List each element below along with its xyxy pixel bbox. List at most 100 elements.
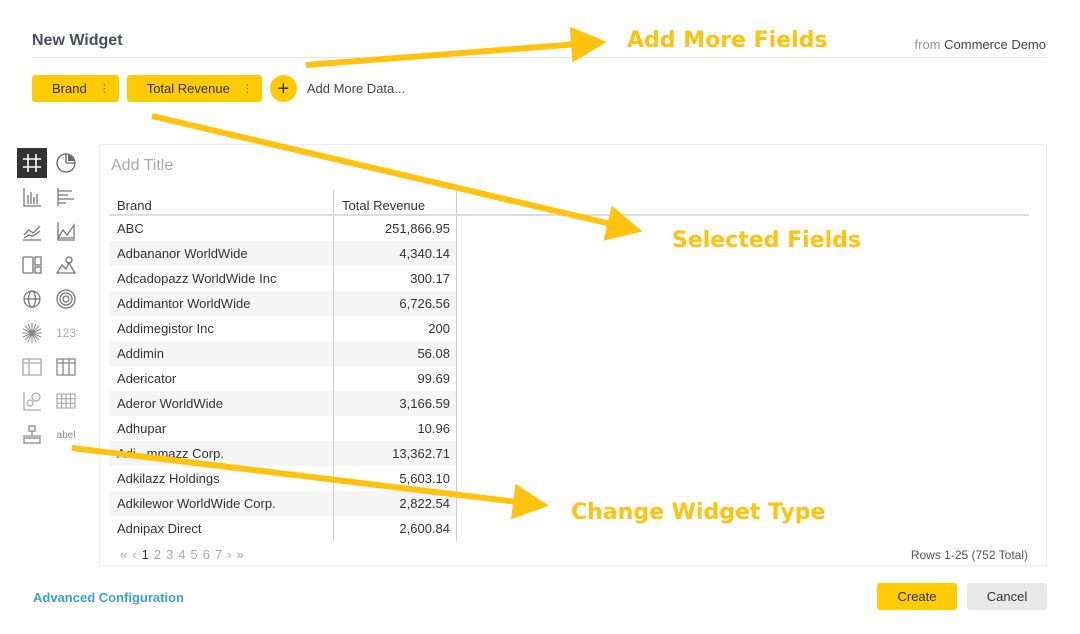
last-page-button[interactable]: » — [237, 547, 244, 562]
add-more-data-link[interactable]: Add More Data... — [307, 81, 405, 96]
page-5[interactable]: 5 — [191, 547, 198, 562]
page-4[interactable]: 4 — [178, 547, 185, 562]
table-header: Brand Total Revenue — [109, 190, 1029, 216]
data-source-label: from Commerce Demo — [915, 37, 1046, 52]
drag-handle-icon[interactable]: ⋮ — [99, 82, 110, 95]
cell-brand: Adbananor WorldWide — [109, 241, 334, 266]
column-chart-icon[interactable] — [17, 182, 47, 212]
cell-brand: Addimin — [109, 341, 334, 366]
page-1[interactable]: 1 — [142, 547, 149, 562]
table-row[interactable]: Addimantor WorldWide 6,726.56 — [109, 291, 457, 316]
annotation-add-more-fields: Add More Fields — [627, 28, 828, 53]
field-chip-total-revenue[interactable]: Total Revenue ⋮ — [126, 75, 262, 102]
cell-total-revenue: 99.69 — [334, 366, 457, 391]
first-page-button[interactable]: « — [120, 547, 127, 562]
data-source-name[interactable]: Commerce Demo — [944, 37, 1046, 52]
cell-total-revenue: 251,866.95 — [334, 216, 457, 241]
globe-icon[interactable] — [17, 284, 47, 314]
table-row[interactable]: Adi...mmazz Corp. 13,362.71 — [109, 441, 457, 466]
area-chart-icon[interactable] — [51, 216, 81, 246]
map-chart-icon[interactable] — [51, 250, 81, 280]
page-6[interactable]: 6 — [203, 547, 210, 562]
cell-total-revenue: 13,362.71 — [334, 441, 457, 466]
bar-chart-icon[interactable] — [51, 182, 81, 212]
new-widget-dialog: New Widget from Commerce Demo Brand ⋮ To… — [0, 0, 1080, 634]
cell-brand: Adcadopazz WorldWide Inc — [109, 266, 334, 291]
pie-chart-icon[interactable] — [51, 148, 81, 178]
advanced-configuration-link[interactable]: Advanced Configuration — [33, 590, 184, 605]
drag-handle-icon[interactable]: ⋮ — [242, 82, 253, 95]
page-2[interactable]: 2 — [154, 547, 161, 562]
table-row[interactable]: Adkilazz Holdings 5,603.10 — [109, 466, 457, 491]
cell-total-revenue: 10.96 — [334, 416, 457, 441]
sunburst-icon[interactable] — [17, 318, 47, 348]
pivot-table-icon[interactable] — [17, 352, 47, 382]
field-chip-label: Brand — [52, 81, 87, 96]
cell-brand: Adhupar — [109, 416, 334, 441]
from-label: from — [914, 37, 941, 52]
add-data-button[interactable]: + — [269, 75, 297, 102]
line-chart-icon[interactable] — [17, 216, 47, 246]
cell-brand: Aderor WorldWide — [109, 391, 334, 416]
table-body: ABC 251,866.95 Adbananor WorldWide 4,340.14… — [109, 216, 1029, 541]
cell-total-revenue: 5,603.10 — [334, 466, 457, 491]
cancel-button[interactable]: Cancel — [967, 583, 1047, 610]
next-page-button[interactable]: › — [227, 547, 231, 562]
annotation-selected-fields: Selected Fields — [672, 228, 861, 253]
cell-total-revenue: 2,822.54 — [334, 491, 457, 516]
cell-brand: Adkilazz Holdings — [109, 466, 334, 491]
cell-total-revenue: 300.17 — [334, 266, 457, 291]
cell-total-revenue: 4,340.14 — [334, 241, 457, 266]
table-row[interactable]: Adcadopazz WorldWide Inc 300.17 — [109, 266, 457, 291]
table-row[interactable]: ABC 251,866.95 — [109, 216, 457, 241]
cell-total-revenue: 6,726.56 — [334, 291, 457, 316]
cell-total-revenue: 3,166.59 — [334, 391, 457, 416]
grid-table-icon[interactable] — [51, 352, 81, 382]
scatter-chart-icon[interactable] — [17, 386, 47, 416]
gauge-icon[interactable] — [51, 284, 81, 314]
label-icon[interactable]: abel — [51, 420, 81, 450]
widget-title-input[interactable]: Add Title — [111, 157, 173, 175]
cell-total-revenue: 200 — [334, 316, 457, 341]
cell-total-revenue: 56.08 — [334, 341, 457, 366]
page-3[interactable]: 3 — [166, 547, 173, 562]
table-row[interactable]: Adhupar 10.96 — [109, 416, 457, 441]
tree-icon[interactable] — [17, 420, 47, 450]
table-row[interactable]: Addimin 56.08 — [109, 341, 457, 366]
dialog-title: New Widget — [32, 32, 123, 49]
widget-type-palette: 123 abel — [17, 146, 85, 452]
prev-page-button[interactable]: ‹ — [132, 547, 136, 562]
data-table: Brand Total Revenue ABC 251,866.95 Adbanan… — [109, 190, 1029, 541]
cell-brand: Addimantor WorldWide — [109, 291, 334, 316]
annotation-change-widget-type: Change Widget Type — [571, 500, 826, 525]
table-row[interactable]: Adkilewor WorldWide Corp. 2,822.54 — [109, 491, 457, 516]
table-row[interactable]: Adericator 99.69 — [109, 366, 457, 391]
rows-count: Rows 1-25 (752 Total) — [910, 548, 1028, 562]
field-chip-brand[interactable]: Brand ⋮ — [32, 75, 119, 102]
cell-brand: Adnipax Direct — [109, 516, 334, 541]
cell-brand: Addimegistor Inc — [109, 316, 334, 341]
field-chip-label: Total Revenue — [146, 81, 230, 96]
table-row[interactable]: Addimegistor Inc 200 — [109, 316, 457, 341]
column-header-brand[interactable]: Brand — [109, 190, 334, 214]
table-row[interactable]: Aderor WorldWide 3,166.59 — [109, 391, 457, 416]
cell-total-revenue: 2,600.84 — [334, 516, 457, 541]
heatmap-icon[interactable] — [51, 386, 81, 416]
table-widget-icon[interactable] — [17, 148, 47, 178]
number-icon-label: 123 — [55, 326, 77, 340]
header-divider — [32, 57, 1046, 58]
cell-brand: Adi...mmazz Corp. — [109, 441, 334, 466]
indicator-icon[interactable] — [17, 250, 47, 280]
plus-icon: + — [277, 77, 290, 100]
cell-brand: Adkilewor WorldWide Corp. — [109, 491, 334, 516]
column-header-total-revenue[interactable]: Total Revenue — [334, 190, 457, 214]
number-icon[interactable]: 123 — [51, 318, 81, 348]
selected-fields: Brand ⋮ Total Revenue ⋮ + Add More Data.… — [32, 75, 405, 102]
page-7[interactable]: 7 — [215, 547, 222, 562]
cell-brand: Adericator — [109, 366, 334, 391]
pagination: « ‹ 1 2 3 4 5 6 7 › » — [120, 547, 249, 562]
table-row[interactable]: Adbananor WorldWide 4,340.14 — [109, 241, 457, 266]
cell-brand: ABC — [109, 216, 334, 241]
create-button[interactable]: Create — [877, 583, 957, 610]
table-row[interactable]: Adnipax Direct 2,600.84 — [109, 516, 457, 541]
